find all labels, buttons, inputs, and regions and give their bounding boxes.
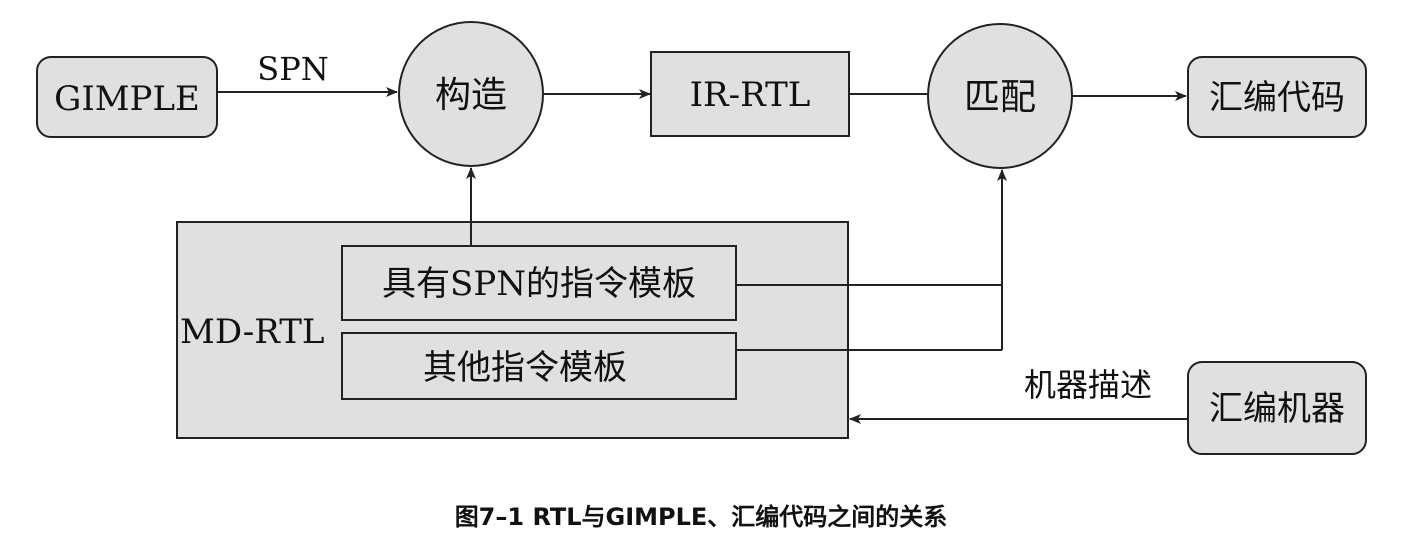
spn-templates-label: 具有SPN的指令模板 xyxy=(382,264,696,304)
rtl-gimple-diagram: GIMPLE SPN 构造 IR-RTL 匹配 汇编代码 MD-RTL 具有SP… xyxy=(36,21,1367,531)
edge-label-machine-desc: 机器描述 xyxy=(1024,366,1152,404)
gimple-label: GIMPLE xyxy=(54,79,200,119)
edge-label-spn: SPN xyxy=(257,50,328,88)
ir-rtl-label: IR-RTL xyxy=(690,75,811,115)
match-label: 匹配 xyxy=(964,77,1036,118)
other-templates-label: 其他指令模板 xyxy=(423,348,627,388)
construct-label: 构造 xyxy=(435,75,507,116)
asm-code-label: 汇编代码 xyxy=(1209,78,1345,118)
figure-caption: 图7–1 RTL与GIMPLE、汇编代码之间的关系 xyxy=(455,503,948,531)
asm-machine-label: 汇编机器 xyxy=(1209,389,1345,429)
md-rtl-label: MD-RTL xyxy=(180,312,324,352)
